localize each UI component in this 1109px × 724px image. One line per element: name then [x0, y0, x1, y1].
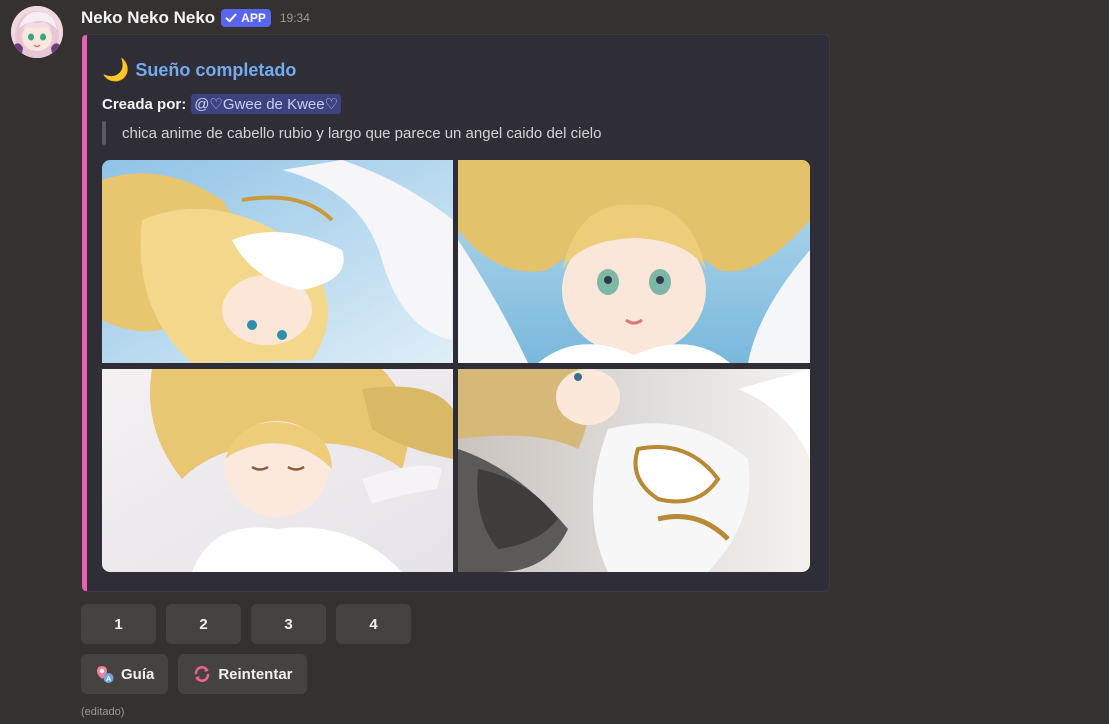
edited-label: (editado) — [81, 706, 125, 718]
app-badge: APP — [221, 9, 271, 27]
prompt-text: chica anime de cabello rubio y largo que… — [122, 124, 602, 142]
generated-image-1[interactable] — [102, 160, 453, 363]
generated-image-4[interactable] — [458, 369, 810, 572]
created-by-label: Creada por: — [102, 95, 187, 113]
variation-button-2[interactable]: 2 — [166, 604, 241, 644]
embed-title: 🌙 Sueño completado — [102, 57, 296, 83]
avatar-image — [11, 6, 63, 58]
generated-image-3[interactable] — [102, 369, 453, 572]
verified-check-icon — [225, 13, 237, 23]
guide-button-label: Guía — [121, 665, 155, 683]
app-badge-label: APP — [241, 11, 266, 25]
image-gallery — [102, 160, 810, 573]
svg-text:A: A — [106, 676, 111, 683]
retry-button[interactable]: Reintentar — [178, 654, 307, 694]
variation-button-4[interactable]: 4 — [336, 604, 411, 644]
guide-button[interactable]: A Guía — [81, 654, 169, 694]
prompt-quote: chica anime de cabello rubio y largo que… — [102, 121, 601, 145]
chat-message: Neko Neko Neko APP 19:34 🌙 Sueño complet… — [0, 0, 1109, 724]
action-buttons: A Guía Reintentar — [81, 654, 317, 694]
avatar[interactable] — [11, 6, 63, 58]
refresh-icon — [192, 664, 212, 684]
variation-buttons: 1 2 3 4 — [81, 604, 421, 644]
variation-button-1[interactable]: 1 — [81, 604, 156, 644]
crescent-moon-icon: 🌙 — [102, 57, 130, 82]
author-name[interactable]: Neko Neko Neko — [81, 8, 215, 28]
embed: 🌙 Sueño completado Creada por: @♡Gwee de… — [82, 34, 830, 592]
retry-button-label: Reintentar — [218, 665, 293, 683]
embed-title-text: Sueño completado — [135, 59, 297, 80]
variation-button-3[interactable]: 3 — [251, 604, 326, 644]
message-header: Neko Neko Neko APP 19:34 — [81, 6, 310, 30]
embed-accent-bar — [82, 35, 87, 591]
timestamp[interactable]: 19:34 — [280, 11, 310, 25]
created-by-field: Creada por: @♡Gwee de Kwee♡ — [102, 94, 342, 114]
quote-bar — [102, 121, 106, 145]
user-mention[interactable]: @♡Gwee de Kwee♡ — [191, 94, 342, 114]
generated-image-2[interactable] — [458, 160, 810, 363]
guide-icon: A — [95, 664, 115, 684]
